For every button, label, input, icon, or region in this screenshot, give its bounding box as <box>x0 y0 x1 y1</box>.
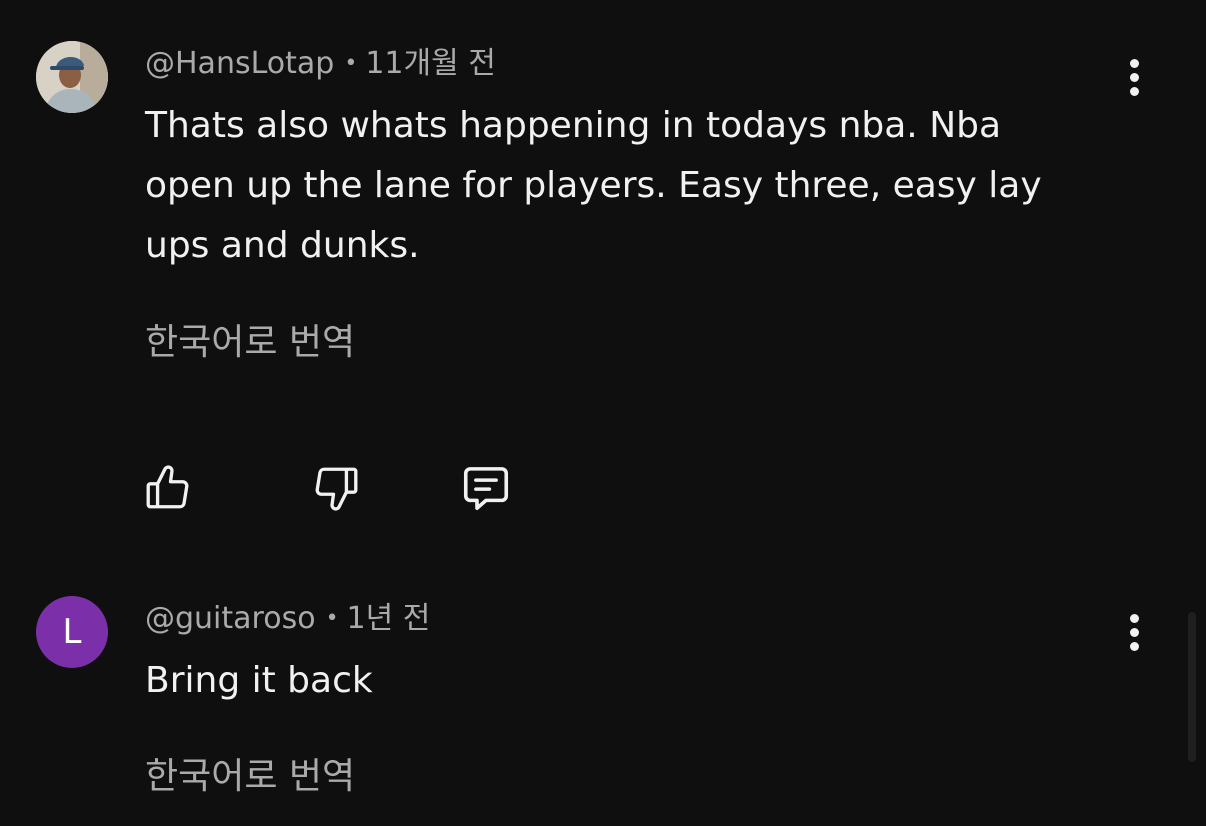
comment-meta: @guitaroso • 1년 전 <box>145 601 430 637</box>
comment-text: Bring it back <box>145 660 373 701</box>
comment-time: 1년 전 <box>346 601 431 636</box>
more-vertical-icon-dot <box>1129 627 1139 637</box>
separator-dot: • <box>325 606 339 631</box>
more-options-button[interactable] <box>1114 608 1154 656</box>
author-name[interactable]: @guitaroso <box>145 601 316 636</box>
translate-button[interactable]: 한국어로 번역 <box>145 755 355 799</box>
avatar-letter: L <box>62 612 82 652</box>
more-vertical-icon-dot <box>1129 641 1139 651</box>
more-vertical-icon <box>1129 613 1139 623</box>
comment-item: L @guitaroso • 1년 전 Bring it back 한국어로 번역 <box>0 0 1206 826</box>
scrollbar[interactable] <box>1188 612 1196 762</box>
author-avatar[interactable]: L <box>36 596 108 668</box>
